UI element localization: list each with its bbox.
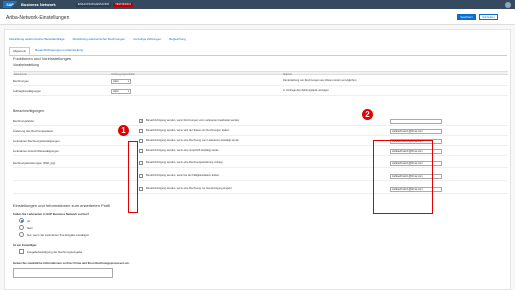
notification-row: Änderung des Rechnungsstatus Benachricht… bbox=[13, 127, 508, 136]
question-volunteer: Ist ein Freiwilliger bbox=[13, 243, 37, 247]
defaults-table-header: Dokumente Vorbelegungsschalter Aktiviert bbox=[13, 71, 508, 76]
row-description: In Umfrage des Zahlungslaufs anzeigen bbox=[283, 89, 329, 92]
column-header: Aktiviert bbox=[283, 72, 292, 76]
settings-card: Abwicklung elektronischer Bestellaufträg… bbox=[4, 29, 511, 290]
section-functions: Funktionen und Voreinstellungen bbox=[13, 56, 72, 61]
tab-order-processing[interactable]: Abwicklung elektronischer Bestellaufträg… bbox=[9, 37, 65, 41]
checkbox-label: Freigabebestätigung der Rechnungseingabe bbox=[27, 250, 83, 254]
radio-label: Nein bbox=[27, 226, 33, 230]
notification-label: Lieferanten-Rechnungsbestätigungen bbox=[13, 139, 60, 143]
notification-row: Lieferanten-Gutschriftsbestätigungen Ben… bbox=[13, 147, 508, 156]
sap-logo[interactable]: SAP bbox=[3, 1, 17, 8]
column-header: Vorbelegungsschalter bbox=[111, 72, 136, 76]
notification-row: Rechnungsfehler ✓ Benachrichtigung sende… bbox=[13, 117, 508, 126]
notification-text: Benachrichtigung senden, wenn sich der S… bbox=[146, 129, 230, 132]
notification-checkbox[interactable] bbox=[139, 161, 143, 165]
user-avatar[interactable] bbox=[505, 1, 511, 8]
radio-no[interactable] bbox=[19, 225, 24, 230]
radio-yes[interactable] bbox=[19, 218, 24, 223]
notification-row: Rechnungsänderungen (PDF, jpg) Benachric… bbox=[13, 159, 508, 168]
tab-invoice-processing[interactable]: Abwicklung elektronischer Rechnungen bbox=[73, 37, 126, 41]
test-mode-badge: TESTMODUS bbox=[113, 2, 133, 7]
email-field[interactable] bbox=[390, 118, 442, 124]
close-button[interactable]: Schließen bbox=[479, 14, 498, 20]
notification-text: Benachrichtigung senden, wenn Rechnungen… bbox=[146, 119, 240, 122]
notification-label: Änderung des Rechnungsstatus bbox=[13, 129, 53, 133]
shell-bar: SAP Business Network EINKAUFSORGANISATIO… bbox=[0, 0, 515, 9]
radio-label: Nur, wenn die Lieferanten Ihre Eingabe b… bbox=[27, 233, 90, 237]
section-notifications: Benachrichtigungen bbox=[13, 109, 44, 113]
additional-info-textarea[interactable] bbox=[13, 268, 113, 278]
notification-row: Benachrichtigung senden, wenn eine Rechn… bbox=[13, 185, 508, 194]
row-description: Die Erstellung von Rechnungen aus Waren-… bbox=[283, 79, 357, 82]
shell-title: Business Network bbox=[21, 2, 56, 7]
notification-checkbox[interactable] bbox=[139, 149, 143, 153]
notification-row: Benachrichtigung senden, wenn bei der Fä… bbox=[13, 172, 508, 181]
row-label: Auftragsbestätigungen bbox=[13, 89, 41, 93]
radio-label: Ja bbox=[27, 219, 30, 223]
radio-confirm[interactable] bbox=[19, 232, 24, 237]
notification-checkbox[interactable] bbox=[139, 174, 143, 178]
org-pill[interactable]: EINKAUFSORGANISATION bbox=[75, 2, 112, 7]
section-profile: Einstellungen und Informationen zum erwe… bbox=[13, 203, 111, 208]
section-defaults: Vorabeinstellung bbox=[13, 63, 39, 67]
row-label: Rechnungen bbox=[13, 79, 29, 83]
top-tabs: Abwicklung elektronischer Bestellaufträg… bbox=[9, 37, 186, 41]
notification-checkbox[interactable] bbox=[139, 129, 143, 133]
save-button[interactable]: Speichern bbox=[457, 14, 476, 20]
tab-settlement[interactable]: Begleichung bbox=[169, 37, 186, 41]
callout-badge-two: 2 bbox=[362, 109, 373, 120]
notification-text: Benachrichtigung senden, wenn eine Rechn… bbox=[146, 187, 232, 190]
notification-label: Rechnungsfehler bbox=[13, 119, 35, 123]
table-row: Auftragsbestätigungen Aktiv In Umfrage d… bbox=[13, 87, 508, 96]
notification-checkbox[interactable] bbox=[139, 187, 143, 191]
content-area: Abwicklung elektronischer Bestellaufträg… bbox=[0, 25, 515, 290]
sub-tabs: Allgemein Benachrichtigungen und Einstel… bbox=[9, 47, 507, 56]
tab-general[interactable]: Allgemein bbox=[9, 47, 31, 55]
notification-text: Benachrichtigung senden, wenn eine Rechn… bbox=[146, 139, 239, 142]
notification-text: Benachrichtigung senden, wenn eine Gutsc… bbox=[146, 149, 219, 152]
default-select[interactable]: Aktiv bbox=[111, 89, 131, 94]
page-header: Ariba-Network-Einstellungen Speichern Sc… bbox=[0, 9, 515, 25]
tab-notifications[interactable]: Benachrichtigungen und Einstellung bbox=[32, 47, 86, 55]
notification-checkbox[interactable] bbox=[139, 139, 143, 143]
page-title: Ariba-Network-Einstellungen bbox=[6, 15, 70, 21]
callout-badge-one: 1 bbox=[118, 125, 129, 136]
notification-checkbox[interactable]: ✓ bbox=[139, 119, 143, 123]
release-checkbox[interactable] bbox=[19, 249, 24, 254]
table-row: Rechnungen Aktiv Die Erstellung von Rech… bbox=[13, 77, 508, 86]
notification-label: Lieferanten-Gutschriftsbestätigungen bbox=[13, 149, 59, 153]
notification-text: Benachrichtigung senden, wenn bei der Fä… bbox=[146, 174, 220, 177]
question-additional-info: Geben Sie zusätzliche Informationen zu I… bbox=[13, 261, 130, 265]
callout-highlight-emails bbox=[373, 140, 433, 214]
email-field[interactable]: Aufkauf/mail-1@firma.com bbox=[390, 128, 442, 134]
notification-text: Benachrichtigung senden, wenn eine Rechn… bbox=[146, 161, 223, 164]
question-supplier-search: Sollen Sie Lieferanten in SAP Business N… bbox=[13, 212, 90, 216]
tab-early-payment[interactable]: Vorzeitige Zahlungen bbox=[133, 37, 161, 41]
default-select[interactable]: Aktiv bbox=[111, 79, 131, 84]
notification-row: Lieferanten-Rechnungsbestätigungen Benac… bbox=[13, 137, 508, 146]
column-header: Dokumente bbox=[14, 72, 27, 76]
notification-label: Rechnungsänderungen (PDF, jpg) bbox=[13, 161, 56, 165]
callout-highlight-checkboxes bbox=[128, 141, 138, 213]
